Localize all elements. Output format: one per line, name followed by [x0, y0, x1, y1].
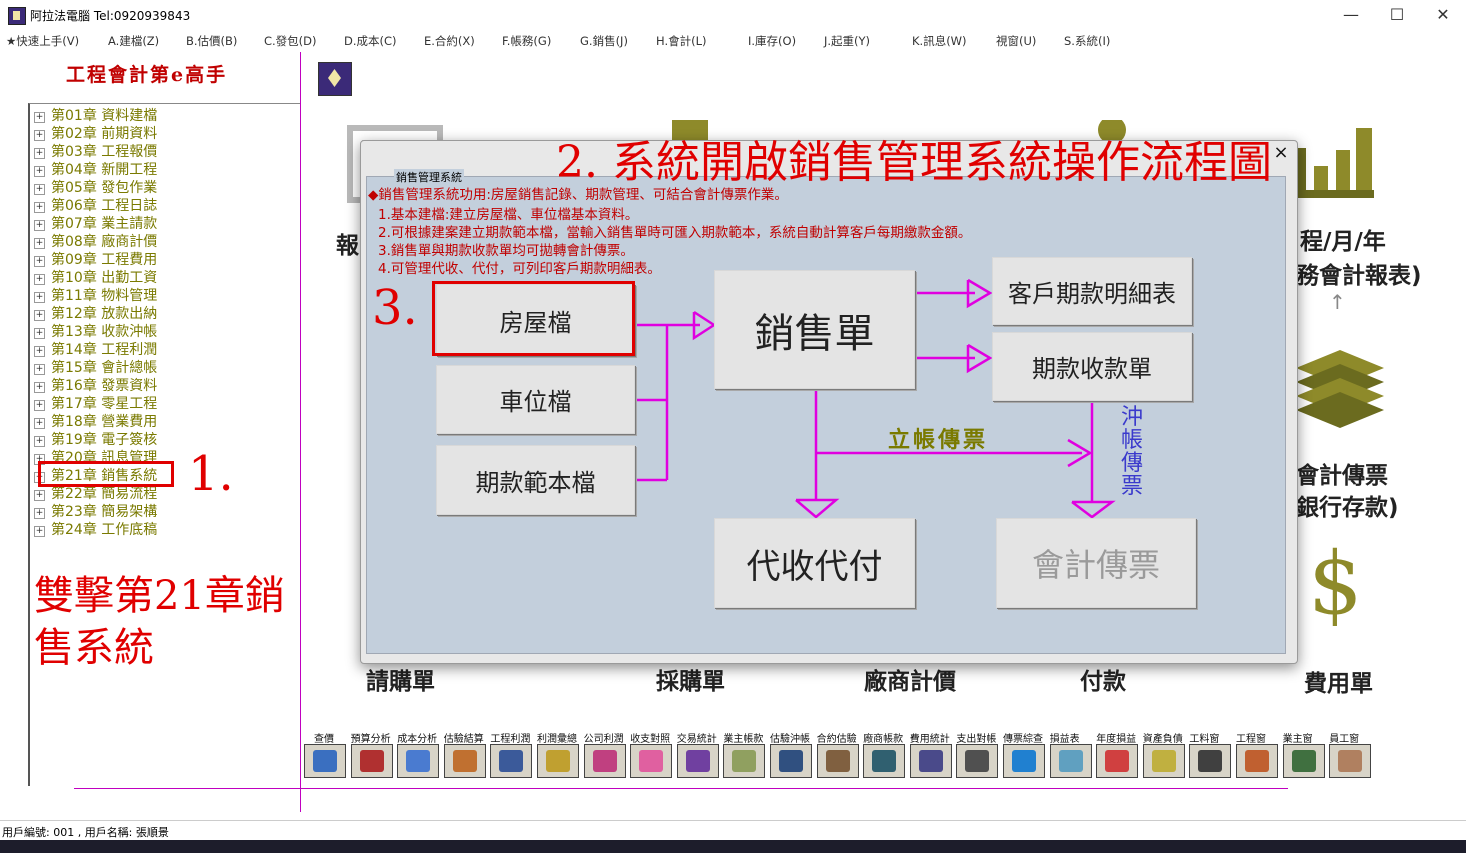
- toolbar-button[interactable]: [397, 744, 440, 778]
- toolbar-button[interactable]: [909, 744, 952, 778]
- installment-receipt-button[interactable]: 期款收款單: [992, 332, 1192, 401]
- toolbar-label: 員工窗: [1329, 734, 1360, 745]
- toolbar-label: 估驗沖帳: [770, 734, 810, 745]
- toolbar-icon: [639, 750, 664, 772]
- toolbar-label: 工程利潤: [490, 734, 531, 745]
- toolbar-icon: [452, 750, 477, 772]
- toolbar-icon: [732, 750, 757, 772]
- toolbar-button[interactable]: [537, 744, 579, 778]
- customer-installment-detail-button[interactable]: 客戶期款明細表: [992, 257, 1192, 325]
- toolbar-icon: [1338, 750, 1363, 772]
- toolbar-icon: [1198, 750, 1223, 772]
- toolbar-label: 公司利潤: [583, 734, 624, 745]
- toolbar-button[interactable]: [1189, 744, 1232, 778]
- toolbar-icon: [918, 750, 943, 772]
- toolbar-label: 費用統計: [909, 734, 950, 745]
- toolbar-button[interactable]: [583, 744, 626, 778]
- toolbar-label: 合約估驗: [816, 734, 857, 745]
- flow-connectors: [635, 278, 1116, 519]
- toolbar-button[interactable]: [1049, 744, 1092, 778]
- house-file-highlight: [432, 281, 635, 356]
- toolbar-label: 查價: [314, 734, 334, 745]
- toolbar-label: 廠商帳款: [863, 734, 904, 745]
- annotation-step-3: 3.: [372, 280, 418, 336]
- toolbar-icon: [872, 750, 897, 772]
- offset-voucher-label: 沖帳傳票: [1120, 405, 1143, 499]
- toolbar-button[interactable]: [1142, 744, 1185, 778]
- toolbar-icon: [685, 750, 710, 772]
- toolbar-icon: [1105, 750, 1130, 772]
- toolbar-button[interactable]: [1003, 744, 1045, 778]
- toolbar-icon: [1291, 750, 1316, 772]
- toolbar-icon: [592, 750, 617, 772]
- toolbar-button[interactable]: [1096, 744, 1139, 778]
- toolbar-icon: [499, 750, 524, 772]
- toolbar-label: 年度損益: [1096, 734, 1137, 745]
- toolbar-button[interactable]: [443, 744, 486, 778]
- toolbar-label: 損益表: [1049, 734, 1080, 745]
- toolbar-label: 業主帳款: [723, 734, 764, 745]
- toolbar-label: 收支對照: [630, 734, 671, 745]
- payment-template-button[interactable]: 期款範本檔: [436, 445, 635, 515]
- toolbar-label: 傳票綜查: [1003, 734, 1043, 745]
- status-user: 用戶編號: 001 , 用戶名稱: 張順景: [2, 826, 169, 839]
- toolbar-label: 交易統計: [676, 734, 717, 745]
- toolbar-label: 利潤彙總: [537, 734, 577, 745]
- toolbar-button[interactable]: [630, 744, 673, 778]
- toolbar-label: 預算分析: [350, 734, 391, 745]
- toolbar-icon: [359, 750, 384, 772]
- toolbar-button[interactable]: [350, 744, 393, 778]
- toolbar-icon: [1245, 750, 1269, 772]
- toolbar-label: 成本分析: [397, 734, 438, 745]
- toolbar-label: 工程窗: [1236, 734, 1266, 745]
- toolbar-icon: [313, 750, 337, 772]
- sales-order-button[interactable]: 銷售單: [714, 270, 915, 389]
- toolbar-button[interactable]: [956, 744, 999, 778]
- toolbar-icon: [965, 750, 990, 772]
- toolbar-icon: [1058, 750, 1083, 772]
- toolbar-icon: [406, 750, 431, 772]
- toolbar-button[interactable]: [676, 744, 719, 778]
- toolbar-icon: [1151, 750, 1176, 772]
- toolbar-icon: [825, 750, 850, 772]
- taskbar-strip: [0, 840, 1466, 853]
- posting-voucher-label: 立帳傳票: [888, 427, 989, 453]
- toolbar-button[interactable]: [490, 744, 533, 778]
- accounting-voucher-button[interactable]: 會計傳票: [996, 518, 1196, 608]
- toolbar-button[interactable]: [1329, 744, 1372, 778]
- toolbar-button[interactable]: [1236, 744, 1278, 778]
- toolbar-label: 支出對帳: [956, 734, 997, 745]
- parking-file-button[interactable]: 車位檔: [436, 365, 635, 434]
- toolbar-button[interactable]: [816, 744, 859, 778]
- toolbar-button[interactable]: [723, 744, 766, 778]
- toolbar-button[interactable]: [1282, 744, 1325, 778]
- toolbar-button[interactable]: [304, 744, 346, 778]
- toolbar-label: 業主窗: [1282, 734, 1313, 745]
- toolbar-icon: [546, 750, 570, 772]
- collect-pay-button[interactable]: 代收代付: [714, 518, 915, 608]
- toolbar-label: 資產負債: [1142, 734, 1183, 745]
- status-bar: 用戶編號: 001 , 用戶名稱: 張順景: [0, 820, 1466, 841]
- toolbar-button[interactable]: [770, 744, 812, 778]
- toolbar-button[interactable]: [863, 744, 906, 778]
- toolbar-label: 工料窗: [1189, 734, 1220, 745]
- toolbar-icon: [1012, 750, 1036, 772]
- toolbar-label: 估驗結算: [443, 734, 484, 745]
- toolbar-icon: [779, 750, 803, 772]
